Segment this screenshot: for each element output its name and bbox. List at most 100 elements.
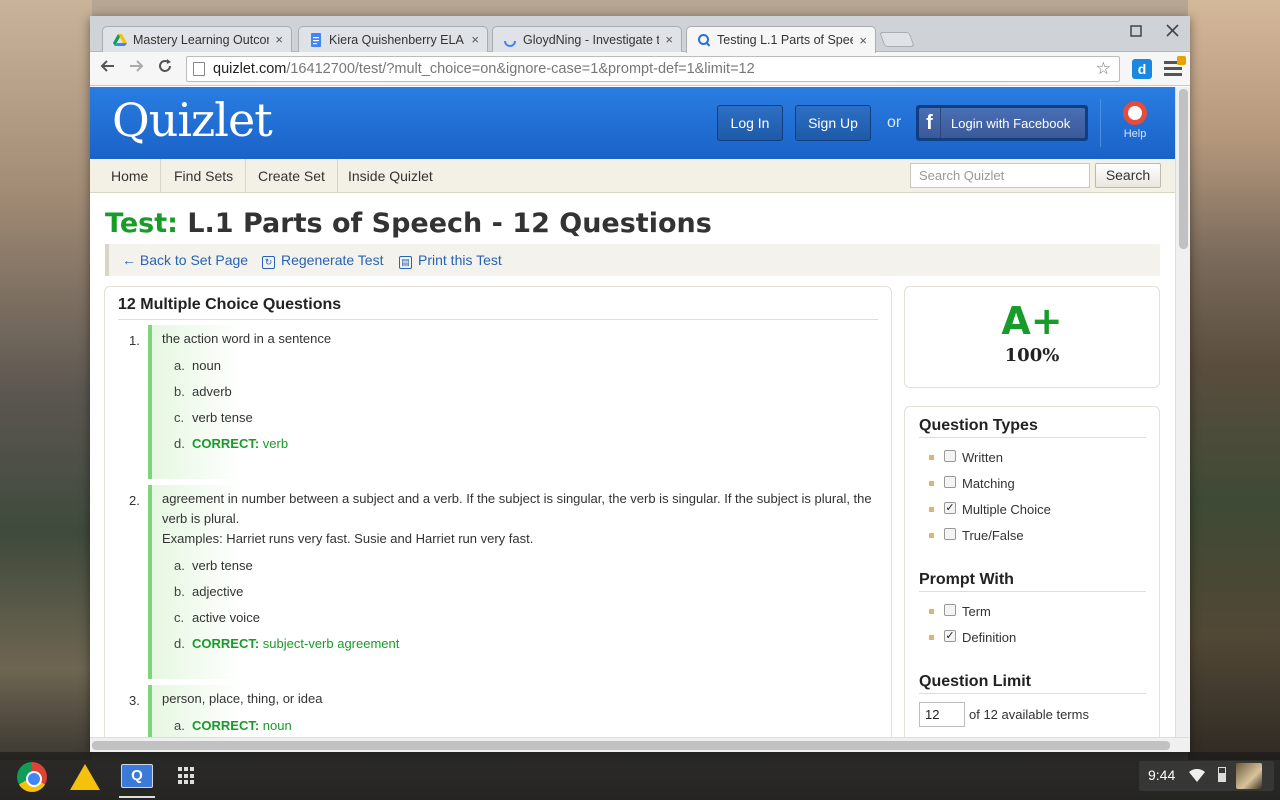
answer-option: b. adverb [174,384,232,399]
scroll-thumb[interactable] [1179,89,1188,249]
page-title: Test: L.1 Parts of Speech - 12 Questions [105,208,712,239]
back-to-set-link[interactable]: ← Back to Set Page [122,252,248,268]
option-letter: b. [174,384,185,399]
forward-icon[interactable] [124,58,148,80]
question-text: agreement in number between a subject an… [162,491,872,506]
answer-option: c. verb tense [174,410,253,425]
option-written[interactable]: Written [929,449,1003,465]
option-matching[interactable]: Matching [929,475,1015,491]
battery-icon [1218,767,1226,782]
question-number: 1. [129,333,140,348]
tab-gloydning[interactable]: GloydNing - Investigate t × [492,26,682,52]
option-text: verb tense [192,558,253,573]
nav-find-sets[interactable]: Find Sets [162,159,247,193]
close-window-icon[interactable] [1161,22,1183,44]
nav-create-set[interactable]: Create Set [246,159,338,193]
option-definition[interactable]: ✓ Definition [929,629,1016,645]
title-text: L.1 Parts of Speech - 12 Questions [187,208,712,239]
site-header: Quizlet Log In Sign Up or f Login with F… [90,87,1175,159]
written-checkbox[interactable] [944,449,956,462]
bookmark-star-icon[interactable]: ☆ [1096,59,1111,79]
true-false-checkbox[interactable] [944,527,956,540]
tab-kiera-ela[interactable]: Kiera Quishenberry ELA × [298,26,488,52]
print-test-link[interactable]: ▤ Print this Test [399,252,502,269]
option-label: Multiple Choice [962,502,1051,517]
quizlet-app-icon[interactable]: Q [121,764,153,788]
option-letter: c. [174,610,185,625]
question-1: the action word in a sentence a. noun b. a… [148,325,878,479]
reload-icon[interactable] [153,58,177,80]
option-term[interactable]: Term [929,603,991,619]
app-launcher-icon[interactable] [178,767,196,785]
main-nav: Home Find Sets Create Set Inside Quizlet… [90,159,1175,193]
bullet-icon [929,455,934,460]
quizlet-logo[interactable]: Quizlet [112,93,273,147]
questions-heading: 12 Multiple Choice Questions [118,296,878,320]
question-number: 2. [129,493,140,508]
close-icon[interactable]: × [665,32,673,47]
option-true-false[interactable]: True/False [929,527,1024,543]
correct-answer-option: d. CORRECT: verb [174,436,288,451]
nav-home[interactable]: Home [99,159,162,193]
option-letter: d. [174,436,185,451]
drive-icon[interactable] [70,764,100,790]
option-text: subject-verb agreement [262,636,400,651]
correct-label: CORRECT: [192,636,260,651]
chrome-menu-icon[interactable] [1164,56,1186,78]
user-avatar[interactable] [1236,763,1262,789]
tab-title: Testing L.1 Parts of Spee [717,33,854,47]
status-tray[interactable]: 9:44 [1139,761,1274,791]
clock: 9:44 [1148,767,1176,783]
nav-inside-quizlet[interactable]: Inside Quizlet [336,159,445,193]
horizontal-scrollbar[interactable] [90,737,1190,752]
questions-panel: 12 Multiple Choice Questions 1. the acti… [104,286,892,752]
bullet-icon [929,635,934,640]
question-limit-input[interactable]: 12 [919,702,965,727]
term-checkbox[interactable] [944,603,956,616]
search-button[interactable]: Search [1095,163,1161,188]
login-button[interactable]: Log In [717,105,783,141]
tab-mastery-learning[interactable]: Mastery Learning Outcom × [102,26,292,52]
close-icon[interactable]: × [275,32,283,47]
question-2: agreement in number between a subject an… [148,485,878,679]
new-tab-button[interactable] [879,32,915,47]
question-text: Examples: Harriet runs very fast. Susie … [162,531,534,546]
option-multiple-choice[interactable]: ✓ Multiple Choice [929,501,1051,517]
wallpaper-left [0,0,92,760]
chrome-icon[interactable] [17,762,47,792]
prompt-with-heading: Prompt With [919,571,1146,592]
regenerate-test-link[interactable]: ↻ Regenerate Test [262,252,383,269]
active-app-indicator [119,796,155,798]
option-letter: d. [174,636,185,651]
matching-checkbox[interactable] [944,475,956,488]
lifebuoy-icon [1123,101,1147,125]
definition-checkbox[interactable]: ✓ [944,629,956,642]
answer-option: c. active voice [174,610,260,625]
multiple-choice-checkbox[interactable]: ✓ [944,501,956,514]
maximize-icon[interactable] [1125,22,1147,44]
url-host: quizlet.com [213,61,287,77]
scroll-thumb[interactable] [92,741,1170,750]
close-icon[interactable]: × [471,32,479,47]
facebook-login-button[interactable]: f Login with Facebook [916,105,1088,141]
or-text: or [887,114,902,131]
tab-quizlet-test[interactable]: Testing L.1 Parts of Spee × [686,26,876,53]
extension-icon[interactable]: d [1132,59,1152,79]
question-types-heading: Question Types [919,417,1146,438]
option-letter: a. [174,358,185,373]
update-badge-icon [1177,56,1186,65]
help-button[interactable]: Help [1120,101,1150,140]
letter-grade: A+ [1001,299,1063,343]
search-input[interactable]: Search Quizlet [910,163,1090,188]
option-text: noun [262,718,292,733]
browser-toolbar: quizlet.com/16412700/test/?mult_choice=o… [90,52,1190,86]
option-text: adjective [192,584,244,599]
bullet-icon [929,481,934,486]
vertical-scrollbar[interactable] [1175,87,1190,737]
help-label: Help [1123,128,1147,140]
address-bar[interactable]: quizlet.com/16412700/test/?mult_choice=o… [186,56,1120,82]
signup-button[interactable]: Sign Up [795,105,871,141]
option-letter: a. [174,558,185,573]
close-icon[interactable]: × [859,33,867,48]
back-icon[interactable] [96,58,120,80]
